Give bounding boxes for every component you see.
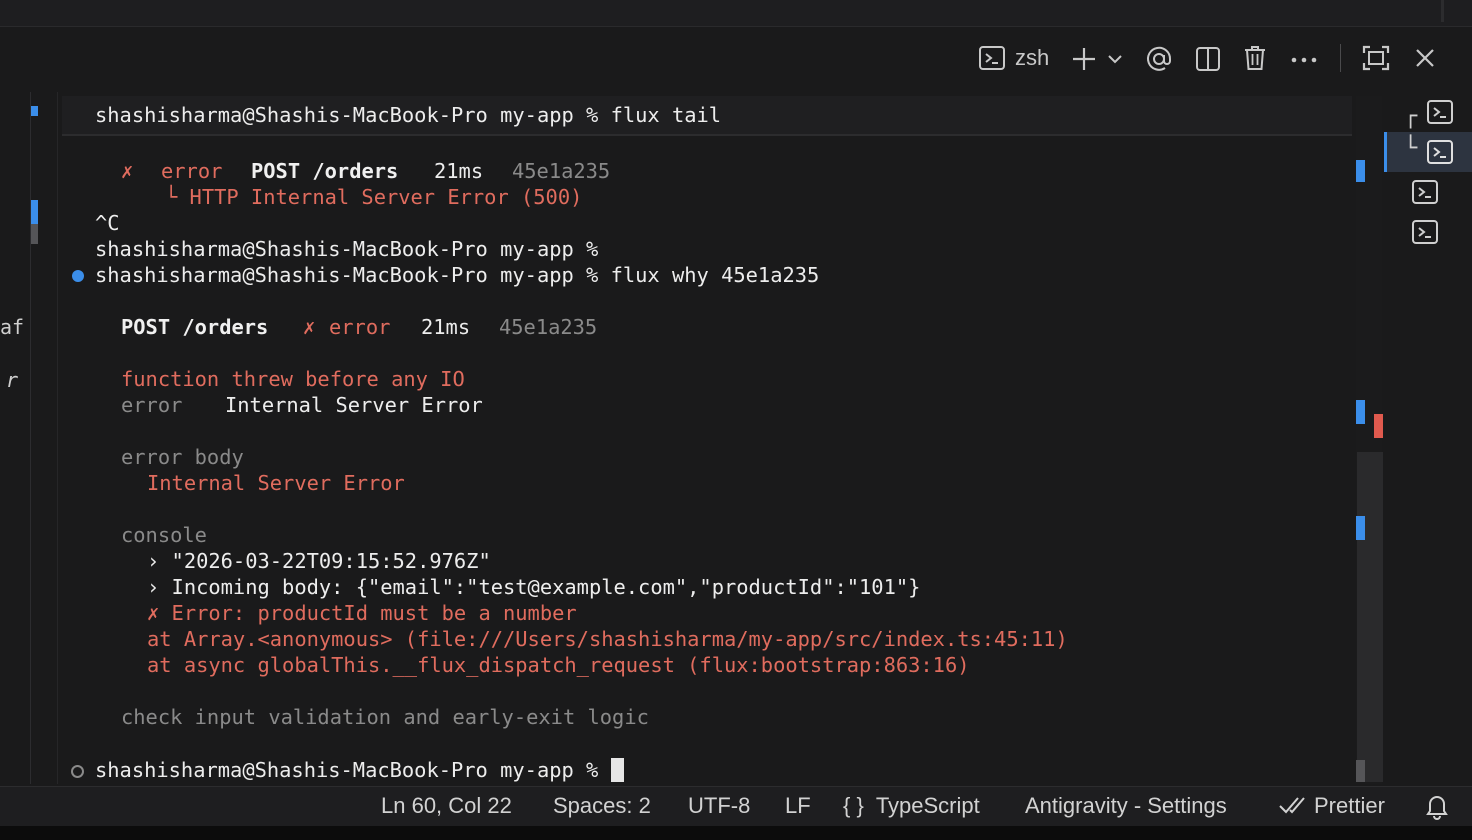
mention-button[interactable]: [1145, 45, 1173, 73]
sticky-prompt: shashisharma@Shashis-MacBook-Pro my-app …: [95, 103, 722, 127]
scrollbar-thumb[interactable]: [1357, 452, 1383, 782]
request-id: 45e1a235: [499, 315, 598, 339]
at-icon: [1145, 45, 1173, 73]
indentation[interactable]: Spaces: 2: [553, 793, 651, 819]
overview-marker: [31, 224, 38, 244]
overview-marker: [31, 106, 38, 116]
terminal-cursor: [610, 758, 624, 782]
error-label: error: [121, 393, 183, 417]
error-body-value: Internal Server Error: [147, 471, 405, 495]
maximize-icon: [1361, 44, 1391, 72]
prompt-text: shashisharma@Shashis-MacBook-Pro my-app …: [95, 758, 599, 782]
editor-text-fragment: af: [0, 315, 25, 339]
end-of-line[interactable]: LF: [785, 793, 811, 819]
status-bar: Ln 60, Col 22 Spaces: 2 UTF-8 LF { } Type…: [0, 786, 1472, 827]
language-label: TypeScript: [875, 793, 980, 818]
console-log-line: › "2026-03-22T09:15:52.976Z": [147, 549, 491, 573]
gutter-divider: [57, 92, 58, 784]
scroll-marker: [1356, 516, 1365, 540]
why-hint: check input validation and early-exit lo…: [121, 705, 649, 729]
error-body-label: error body: [121, 445, 244, 469]
terminal-tabs-list: ┌ └: [1384, 88, 1472, 288]
prettier-status[interactable]: Prettier: [1278, 793, 1385, 822]
prompt-line: shashisharma@Shashis-MacBook-Pro my-app …: [95, 237, 599, 261]
cursor-position[interactable]: Ln 60, Col 22: [381, 793, 512, 819]
duration: 21ms: [434, 159, 484, 183]
overview-marker: [31, 200, 38, 224]
editor-edge: [0, 92, 58, 784]
active-indicator: [1384, 132, 1387, 172]
scroll-marker: [1356, 760, 1365, 782]
new-terminal-button[interactable]: [1071, 46, 1097, 72]
shell-name: zsh: [1015, 45, 1050, 70]
window-bottom-edge: [0, 826, 1472, 840]
prompt-line: shashisharma@Shashis-MacBook-Pro my-app …: [95, 757, 624, 783]
toolbar-separator: [1340, 44, 1341, 72]
terminal-output[interactable]: shashisharma@Shashis-MacBook-Pro my-app …: [62, 96, 1352, 784]
why-summary-line: POST /orders ✗ error 21ms 45e1a235: [121, 314, 597, 340]
terminal-icon: [1426, 138, 1454, 171]
braces-icon: { }: [843, 793, 864, 818]
terminal-tab-4[interactable]: [1384, 216, 1472, 256]
request-id: 45e1a235: [512, 159, 611, 183]
error-row: error Internal Server Error: [121, 392, 483, 418]
terminal-icon: [1411, 218, 1439, 251]
editor-text-fragment: r: [6, 368, 19, 392]
why-headline: function threw before any IO: [121, 367, 465, 391]
new-terminal-dropdown[interactable]: [1106, 52, 1124, 66]
stack-frame: at async globalThis.__flux_dispatch_requ…: [147, 653, 970, 677]
status-text: error: [329, 315, 391, 339]
scroll-marker: [1356, 400, 1365, 424]
console-error-line: ✗ Error: productId must be a number: [147, 601, 577, 625]
terminal-tab-1[interactable]: ┌: [1384, 92, 1472, 132]
chevron-down-icon: [1106, 52, 1124, 66]
status-text: error: [161, 159, 223, 183]
terminal-icon: [978, 44, 1006, 72]
interrupt-line: ^C: [95, 211, 120, 235]
notifications-button[interactable]: [1424, 792, 1450, 826]
group-branch-icon: └: [1404, 136, 1418, 161]
close-panel-button[interactable]: [1414, 46, 1436, 70]
request-path: POST /orders: [251, 159, 399, 183]
settings-profile[interactable]: Antigravity - Settings: [1025, 793, 1227, 819]
error-mark: ✗: [303, 315, 316, 339]
duration: 21ms: [421, 315, 471, 339]
error-detail: └ HTTP Internal Server Error (500): [165, 185, 583, 209]
console-label: console: [121, 523, 207, 547]
language-mode[interactable]: { } TypeScript: [843, 793, 980, 819]
maximize-panel-button[interactable]: [1361, 44, 1391, 72]
kill-terminal-button[interactable]: [1243, 44, 1267, 72]
stack-frame: at Array.<anonymous> (file:///Users/shas…: [147, 627, 1068, 651]
ellipsis-icon: [1290, 48, 1318, 68]
shell-selector[interactable]: zsh: [978, 44, 1049, 72]
close-icon: [1414, 46, 1436, 70]
plus-icon: [1071, 46, 1097, 72]
terminal-tab-3[interactable]: [1384, 174, 1472, 214]
command-decoration[interactable]: [72, 270, 84, 282]
error-value: Internal Server Error: [225, 393, 483, 417]
terminal-icon: [1411, 178, 1439, 211]
double-check-icon: [1278, 794, 1308, 822]
gutter-divider: [30, 92, 31, 784]
more-actions-button[interactable]: [1290, 48, 1318, 68]
prettier-label: Prettier: [1314, 793, 1385, 818]
scroll-marker: [1356, 160, 1365, 182]
tail-error-line: ✗ error POST /orders 21ms 45e1a235: [121, 158, 610, 184]
request-path: POST /orders: [121, 315, 269, 339]
command-decoration[interactable]: [71, 765, 84, 778]
group-branch-icon: ┌: [1404, 104, 1418, 129]
scroll-marker: [1374, 414, 1383, 438]
split-icon: [1195, 45, 1221, 73]
encoding[interactable]: UTF-8: [688, 793, 750, 819]
error-mark: ✗: [121, 159, 134, 183]
terminal-tab-2[interactable]: └: [1384, 132, 1472, 172]
resize-handle[interactable]: [1441, 0, 1444, 22]
bell-icon: [1424, 796, 1450, 825]
panel-top-strip: [0, 0, 1472, 27]
console-log-line: › Incoming body: {"email":"test@example.…: [147, 575, 921, 599]
split-terminal-button[interactable]: [1195, 45, 1221, 73]
trash-icon: [1243, 44, 1267, 72]
terminal-icon: [1426, 98, 1454, 131]
prompt-line: shashisharma@Shashis-MacBook-Pro my-app …: [95, 263, 820, 287]
